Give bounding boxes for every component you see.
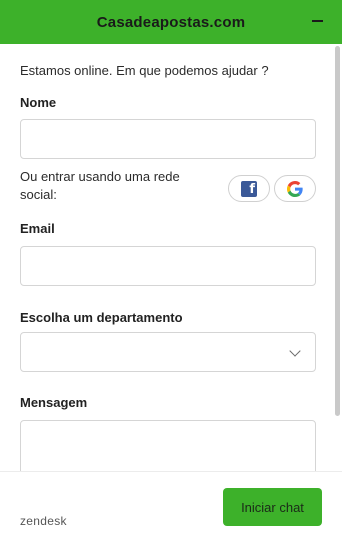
scrollbar[interactable] [335, 46, 340, 416]
email-field[interactable] [20, 246, 316, 286]
chevron-down-icon [289, 345, 301, 357]
facebook-icon: f [241, 180, 257, 197]
department-select[interactable] [20, 332, 316, 372]
start-chat-button[interactable]: Iniciar chat [223, 488, 322, 526]
facebook-login-button[interactable]: f [228, 175, 270, 202]
chat-form: Estamos online. Em que podemos ajudar ? … [0, 44, 342, 471]
google-login-button[interactable] [274, 175, 316, 202]
minimize-button[interactable] [306, 10, 328, 32]
name-field[interactable] [20, 119, 316, 159]
message-textarea[interactable] [20, 420, 316, 471]
message-label: Mensagem [20, 395, 88, 410]
minus-icon [311, 20, 323, 22]
header-title: Casadeapostas.com [96, 13, 246, 31]
google-icon [287, 180, 303, 197]
intro-text: Estamos online. Em que podemos ajudar ? [20, 63, 269, 78]
chat-header: Casadeapostas.com [0, 0, 342, 44]
department-label: Escolha um departamento [20, 310, 183, 325]
email-label: Email [20, 221, 55, 236]
chat-footer: zendesk Iniciar chat [0, 471, 342, 540]
name-label: Nome [20, 95, 57, 110]
social-login-text: Ou entrar usando uma rede social: [20, 169, 180, 202]
zendesk-logo: zendesk [20, 514, 67, 528]
